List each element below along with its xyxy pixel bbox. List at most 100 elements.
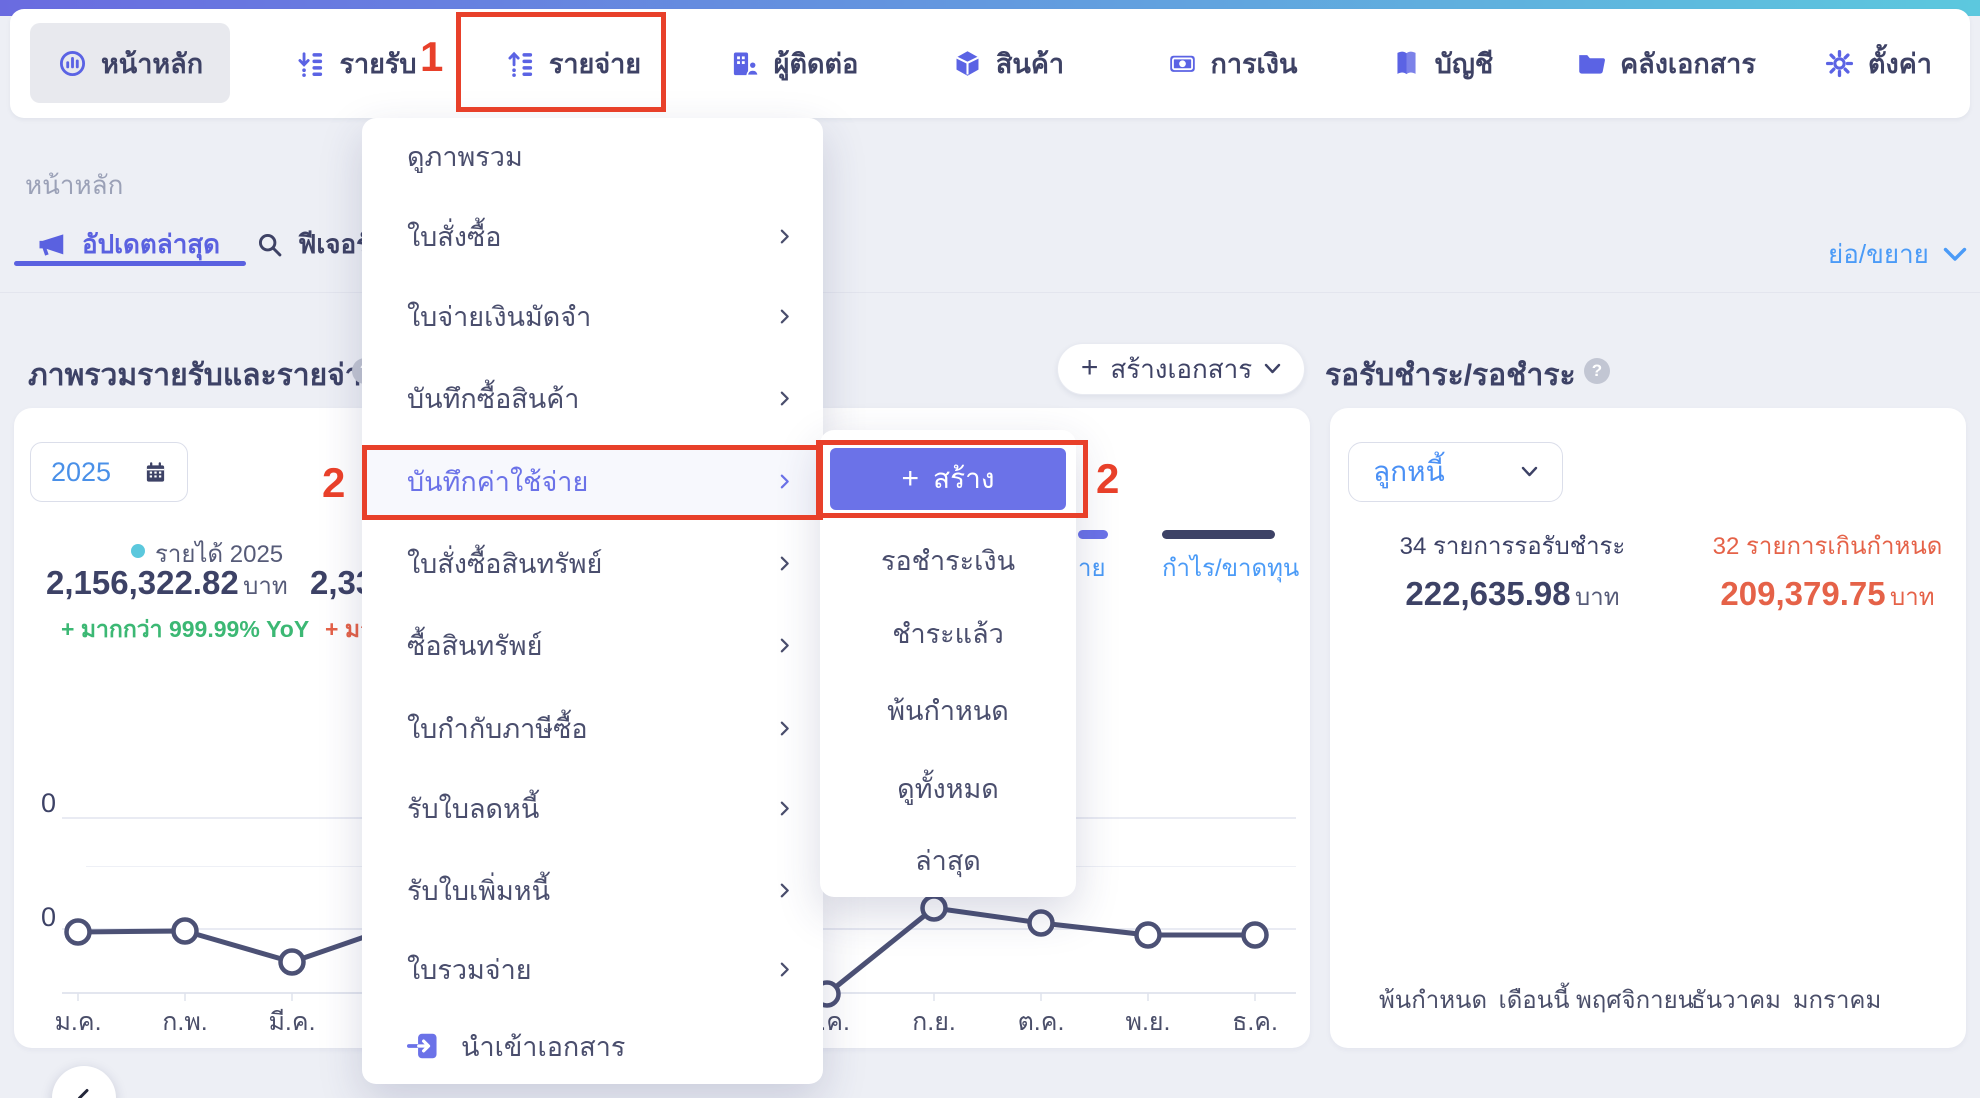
menu-item-10[interactable]: รับใบเพิ่มหนี้ — [362, 861, 823, 919]
chevron-right-icon — [776, 961, 793, 978]
menu-item-label: ใบสั่งซื้อสินทรัพย์ — [407, 542, 776, 585]
dashboard-icon — [57, 48, 88, 79]
collapse-expand-link[interactable]: ย่อ/ขยาย — [1828, 234, 1967, 275]
category-label: พฤศจิกายน — [1576, 980, 1694, 1019]
documents-icon — [1576, 48, 1607, 79]
collapse-expand-label: ย่อ/ขยาย — [1828, 234, 1929, 275]
nav-label: รายรับ — [339, 42, 416, 85]
month-label: มี.ค. — [268, 1002, 315, 1042]
menu-item-3[interactable]: ใบจ่ายเงินมัดจำ — [362, 287, 823, 345]
search-icon — [256, 231, 284, 259]
menu-item-11[interactable]: ใบรวมจ่าย — [362, 940, 823, 998]
settings-icon — [1824, 48, 1855, 79]
menu-item-5[interactable]: บันทึกค่าใช้จ่าย — [362, 445, 823, 517]
submenu-item-1[interactable]: รอชำระเงิน — [820, 533, 1076, 587]
plus-icon: + — [1081, 351, 1099, 385]
tab-latest-updates[interactable]: อัปเดตล่าสุด — [36, 224, 220, 265]
nav-item-accounting[interactable]: บัญชี — [1376, 23, 1508, 103]
menu-item-12[interactable]: นำเข้าเอกสาร — [362, 1017, 823, 1075]
menu-item-label: บันทึกค่าใช้จ่าย — [407, 460, 776, 503]
submenu-item-3[interactable]: พ้นกำหนด — [820, 683, 1076, 737]
products-icon — [952, 48, 983, 79]
nav-label: ตั้งค่า — [1868, 42, 1932, 85]
chevron-right-icon — [776, 555, 793, 572]
create-document-label: สร้างเอกสาร — [1110, 349, 1252, 390]
contacts-icon — [730, 48, 761, 79]
pending-unit: บาท — [1575, 584, 1620, 611]
submenu-item-2[interactable]: ชำระแล้ว — [820, 606, 1076, 660]
active-tab-underline — [14, 261, 246, 266]
pending-value: 222,635.98 — [1405, 575, 1570, 612]
category-label: เดือนนี้ — [1498, 980, 1569, 1019]
annotation-number-1: 1 — [420, 36, 443, 78]
menu-item-label: ใบสั่งซื้อ — [407, 215, 776, 258]
nav-item-documents[interactable]: คลังเอกสาร — [1570, 23, 1762, 103]
menu-item-label: ใบกำกับภาษีซื้อ — [407, 707, 776, 750]
menu-item-7[interactable]: ซื้อสินทรัพย์ — [362, 616, 823, 674]
month-label: ต.ค. — [1018, 1002, 1065, 1042]
pending-stat: 34 รายการรอรับชำระ 222,635.98 บาท — [1385, 526, 1640, 616]
chevron-down-icon — [1521, 466, 1538, 478]
accounting-icon — [1391, 48, 1422, 79]
create-document-button[interactable]: + สร้างเอกสาร — [1057, 343, 1305, 395]
menu-item-label: ดูภาพรวม — [407, 135, 793, 178]
submenu-item-4[interactable]: ดูทั้งหมด — [820, 761, 1076, 815]
menu-item-label: รับใบลดหนี้ — [407, 787, 776, 830]
nav-item-income[interactable]: รายรับ — [288, 23, 424, 103]
import-icon — [407, 1031, 439, 1061]
nav-item-contacts[interactable]: ผู้ติดต่อ — [710, 23, 878, 103]
menu-item-1[interactable]: ดูภาพรวม — [362, 127, 823, 185]
menu-item-label: บันทึกซื้อสินค้า — [407, 377, 776, 420]
overdue-label: 32 รายการเกินกำหนด — [1695, 526, 1960, 565]
nav-label: สินค้า — [996, 42, 1064, 85]
month-label: พ.ย. — [1125, 1002, 1170, 1042]
overdue-unit: บาท — [1890, 584, 1935, 611]
receivables-title: รอรับชำระ/รอชำระ — [1325, 352, 1576, 399]
submenu-item-5[interactable]: ล่าสุด — [820, 833, 1076, 887]
finance-icon — [1167, 48, 1198, 79]
chevron-right-icon — [776, 390, 793, 407]
category-label: ธันวาคม — [1691, 980, 1781, 1019]
annotation-number-2: 2 — [322, 462, 345, 504]
chevron-left-icon — [73, 1087, 95, 1098]
overdue-value: 209,379.75 — [1720, 575, 1885, 612]
chevron-right-icon — [776, 637, 793, 654]
receivables-card: ลูกหนี้ 34 รายการรอรับชำระ 222,635.98 บา… — [1330, 408, 1966, 1048]
tab-label: อัปเดตล่าสุด — [82, 224, 220, 265]
chevron-right-icon — [776, 308, 793, 325]
overview-title: ภาพรวมรายรับและรายจ่าย — [28, 352, 379, 399]
debtor-filter-select[interactable]: ลูกหนี้ — [1348, 442, 1563, 502]
menu-item-2[interactable]: ใบสั่งซื้อ — [362, 207, 823, 265]
nav-item-finance[interactable]: การเงิน — [1152, 23, 1312, 103]
breadcrumb: หน้าหลัก — [25, 165, 123, 206]
divider — [0, 292, 1980, 293]
nav-item-expense[interactable]: รายจ่าย — [480, 23, 666, 103]
menu-item-4[interactable]: บันทึกซื้อสินค้า — [362, 369, 823, 427]
nav-item-products[interactable]: สินค้า — [936, 23, 1080, 103]
category-label: พ้นกำหนด — [1379, 980, 1487, 1019]
menu-item-6[interactable]: ใบสั่งซื้อสินทรัพย์ — [362, 534, 823, 592]
expense-icon — [505, 48, 536, 79]
chevron-right-icon — [776, 882, 793, 899]
month-label: ก.พ. — [162, 1002, 208, 1042]
menu-item-9[interactable]: รับใบลดหนี้ — [362, 779, 823, 837]
tab-features[interactable]: ฟีเจอร์เ — [256, 224, 379, 265]
help-icon[interactable]: ? — [1584, 358, 1610, 384]
plus-icon: + — [901, 462, 919, 496]
menu-item-label: ใบรวมจ่าย — [407, 948, 776, 991]
menu-item-label: รับใบเพิ่มหนี้ — [407, 869, 776, 912]
create-expense-button[interactable]: + สร้าง — [830, 448, 1066, 510]
month-label: ม.ค. — [54, 1002, 101, 1042]
income-icon — [295, 48, 326, 79]
menu-item-label: ซื้อสินทรัพย์ — [407, 624, 776, 667]
chevron-right-icon — [776, 473, 793, 490]
menu-item-8[interactable]: ใบกำกับภาษีซื้อ — [362, 699, 823, 757]
annotation-number-2b: 2 — [1096, 458, 1119, 500]
nav-label: คลังเอกสาร — [1620, 42, 1756, 85]
create-expense-label: สร้าง — [933, 457, 995, 501]
nav-item-dashboard[interactable]: หน้าหลัก — [30, 23, 230, 103]
nav-item-settings[interactable]: ตั้งค่า — [1808, 23, 1948, 103]
carousel-back-button[interactable] — [52, 1066, 116, 1098]
expense-record-submenu: + สร้าง รอชำระเงินชำระแล้วพ้นกำหนดดูทั้ง… — [820, 430, 1076, 897]
nav-label: ผู้ติดต่อ — [774, 42, 859, 85]
